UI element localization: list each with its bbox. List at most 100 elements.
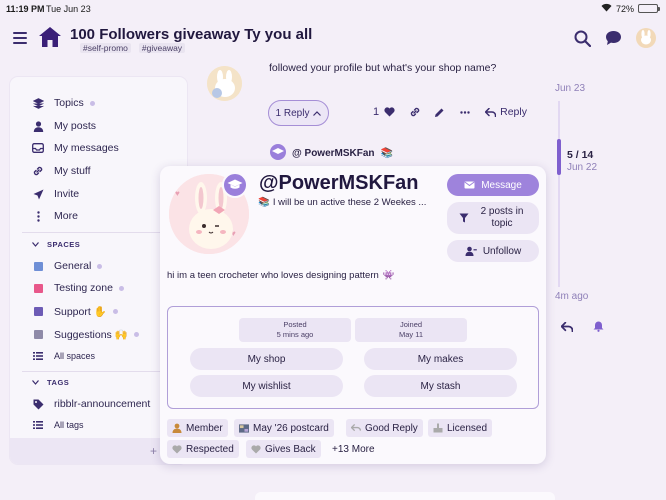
heart-icon	[384, 107, 395, 117]
sidebar-item-my-stuff[interactable]: My stuff	[32, 163, 91, 179]
edit-button[interactable]	[434, 107, 445, 118]
home-icon[interactable]	[38, 26, 62, 53]
my-stash-link[interactable]: My stash	[364, 375, 517, 397]
all-tags-link[interactable]: All tags	[32, 417, 84, 433]
badge-good-reply[interactable]: Good Reply	[346, 419, 423, 437]
link-icon	[32, 165, 44, 177]
user-icon	[32, 120, 44, 132]
reply-icon	[351, 423, 361, 433]
heart-icon	[172, 444, 182, 454]
unread-dot	[112, 308, 118, 314]
envelope-icon	[464, 181, 475, 189]
date: Tue Jun 23	[46, 4, 91, 14]
chat-icon[interactable]	[605, 30, 622, 51]
space-suggestions[interactable]: Suggestions 🙌	[32, 326, 139, 342]
tag-icon	[32, 399, 44, 410]
wifi-icon	[601, 3, 612, 14]
space-testing-zone[interactable]: Testing zone	[32, 280, 124, 296]
tag-ribblr-announcement[interactable]: ribblr-announcement	[32, 396, 150, 412]
badge-postcard[interactable]: May '26 postcard	[234, 419, 334, 437]
like-count: 1	[373, 106, 380, 118]
more-vertical-icon	[32, 210, 44, 222]
timeline-start-date[interactable]: Jun 23	[555, 83, 585, 94]
plus-icon[interactable]: +	[150, 444, 157, 458]
space-color-swatch	[33, 329, 43, 339]
sidebar-item-my-posts[interactable]: My posts	[32, 118, 96, 134]
link-icon	[410, 107, 420, 117]
filter-posts-button[interactable]: 2 posts in topic	[447, 202, 539, 234]
timeline-current-date: Jun 22	[567, 162, 598, 173]
sidebar-item-my-messages[interactable]: My messages	[32, 140, 119, 156]
certificate-icon	[433, 423, 443, 433]
filter-icon	[459, 213, 469, 223]
my-makes-link[interactable]: My makes	[364, 348, 517, 370]
chevron-down-icon	[32, 242, 39, 247]
my-shop-link[interactable]: My shop	[190, 348, 343, 370]
timeline-end-date[interactable]: 4m ago	[555, 291, 588, 302]
grad-cap-icon	[222, 172, 248, 198]
reply-avatar	[270, 144, 286, 163]
battery-icon	[638, 4, 660, 13]
list-icon	[32, 352, 44, 360]
reply-icon	[485, 107, 497, 117]
all-spaces-link[interactable]: All spaces	[32, 348, 95, 364]
reply-icon[interactable]	[560, 319, 574, 337]
sidebar-item-topics[interactable]: Topics	[32, 95, 95, 111]
search-icon[interactable]	[574, 30, 592, 52]
tag-self-promo[interactable]: #self-promo	[80, 43, 131, 53]
spaces-heading[interactable]: SPACES	[32, 240, 80, 249]
divider	[22, 232, 178, 233]
user-avatar[interactable]	[636, 28, 656, 53]
chevron-up-icon	[313, 110, 322, 116]
postcard-icon	[239, 423, 249, 433]
next-post-edge	[255, 492, 555, 500]
like-button[interactable]: 1	[373, 106, 395, 118]
timeline-position: 5 / 14	[567, 149, 594, 161]
tag-giveaway[interactable]: #giveaway	[138, 43, 186, 53]
more-badges-link[interactable]: +13 More	[327, 440, 380, 458]
user-card-status: 📚 I will be un active these 2 Weekes ...	[258, 197, 427, 208]
my-wishlist-link[interactable]: My wishlist	[190, 375, 343, 397]
user-minus-icon	[465, 246, 477, 256]
copy-link-button[interactable]	[409, 106, 421, 118]
sidebar-item-more[interactable]: More	[32, 208, 78, 224]
inbox-icon	[32, 143, 44, 153]
unfollow-button[interactable]: Unfollow	[447, 240, 539, 262]
space-general[interactable]: General	[32, 258, 103, 274]
more-horizontal-icon	[460, 110, 470, 114]
badge-member[interactable]: Member	[167, 419, 228, 437]
user-card-username[interactable]: @PowerMSKFan	[259, 172, 419, 195]
member-icon	[172, 423, 182, 433]
unread-dot	[97, 263, 103, 269]
reply-preview[interactable]: @ PowerMSKFan 📚	[270, 144, 393, 163]
battery-percent: 72%	[615, 3, 634, 14]
badge-respected[interactable]: Respected	[167, 440, 239, 458]
divider	[22, 371, 178, 372]
post-body: followed your profile but what's your sh…	[269, 62, 497, 74]
layers-icon	[32, 97, 44, 109]
space-color-swatch	[33, 306, 43, 316]
send-icon	[32, 189, 44, 200]
sidebar-item-invite[interactable]: Invite	[32, 186, 79, 202]
reply-button[interactable]: Reply	[485, 106, 527, 118]
badge-gives-back[interactable]: Gives Back	[246, 440, 321, 458]
page-title: 100 Followers giveaway Ty you all	[70, 26, 313, 43]
user-card-bio: hi im a teen crocheter who loves designi…	[167, 270, 395, 281]
unread-dot	[89, 100, 95, 106]
timeline-scrubber[interactable]	[557, 139, 561, 175]
unread-dot	[118, 285, 124, 291]
post-author-avatar[interactable]	[207, 66, 242, 101]
timeline-track[interactable]	[558, 101, 560, 287]
joined-stat: Joined May 11	[355, 318, 467, 342]
space-support[interactable]: Support ✋	[32, 303, 118, 319]
badge-licensed[interactable]: Licensed	[428, 419, 493, 437]
tags-heading[interactable]: TAGS	[32, 378, 69, 387]
space-color-swatch	[33, 261, 43, 271]
posted-stat: Posted 5 mins ago	[239, 318, 351, 342]
replies-toggle-button[interactable]: 1 Reply	[268, 100, 329, 126]
message-button[interactable]: Message	[447, 174, 539, 196]
topic-tags: #self-promo #giveaway	[80, 43, 186, 53]
bell-icon[interactable]	[593, 319, 604, 337]
more-options-button[interactable]	[460, 110, 470, 114]
menu-icon[interactable]	[13, 32, 27, 44]
